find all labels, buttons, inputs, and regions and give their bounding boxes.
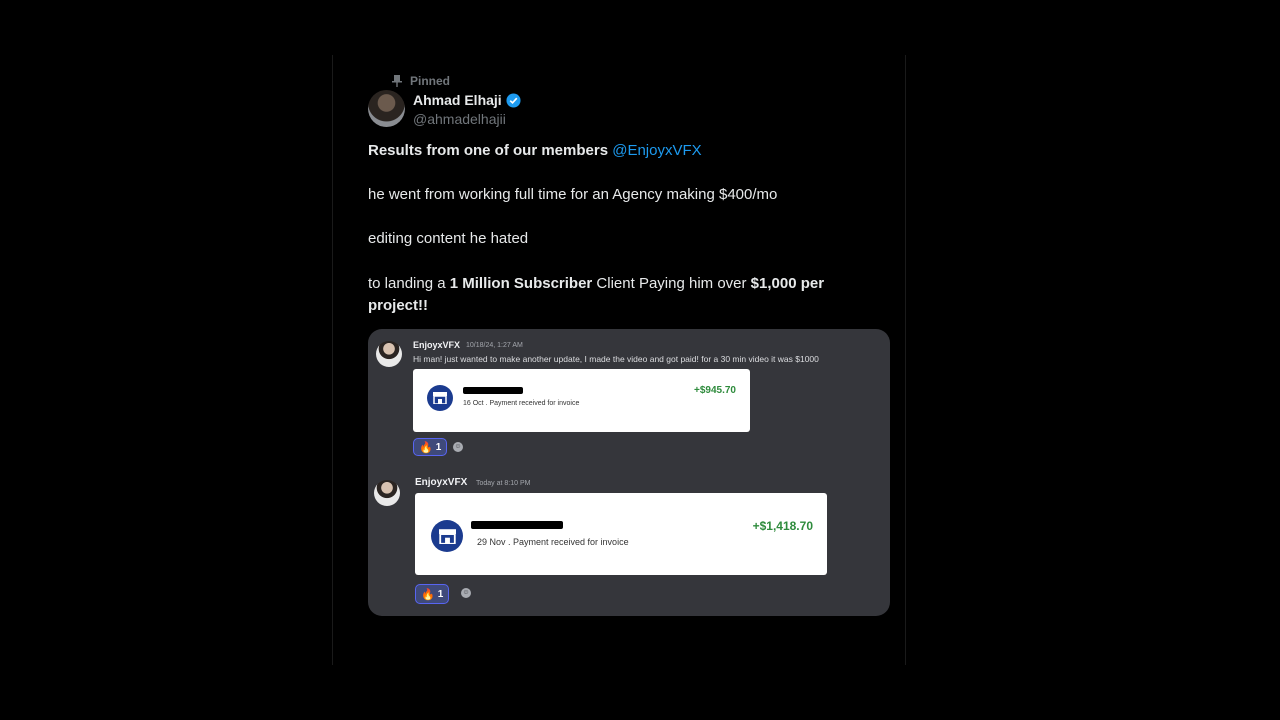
- tweet-line-3: editing content he hated: [368, 230, 529, 247]
- author-name[interactable]: Ahmad Elhaji: [413, 92, 502, 108]
- author-handle[interactable]: @ahmadelhajii: [413, 111, 506, 127]
- payment-card-2: 29 Nov . Payment received for invoice +$…: [415, 493, 827, 575]
- redacted-payer-name: [471, 521, 563, 529]
- author-avatar[interactable]: [368, 90, 405, 127]
- tweet-line-4-part-c: Client Paying him over: [592, 275, 751, 292]
- tweet-line-1: Results from one of our members @EnjoyxV…: [368, 140, 868, 162]
- reaction-fire-1[interactable]: 🔥 1: [413, 438, 448, 456]
- tweet-line-4: to landing a 1 Million Subscriber Client…: [368, 273, 868, 317]
- fire-emoji-icon: 🔥: [419, 441, 433, 454]
- tweet-media-screenshot[interactable]: EnjoyxVFX 10/18/24, 1:27 AM Hi man! just…: [368, 329, 890, 616]
- reaction-2-count: 1: [437, 588, 444, 600]
- payment-1-amount: +$945.70: [694, 385, 736, 396]
- message-1-avatar: [376, 341, 402, 367]
- author-name-row: Ahmad Elhaji: [413, 92, 521, 108]
- message-2-timestamp: Today at 8:10 PM: [476, 480, 531, 487]
- fire-emoji-icon: 🔥: [421, 588, 435, 601]
- message-1-username: EnjoyxVFX: [413, 340, 461, 350]
- message-1-timestamp: 10/18/24, 1:27 AM: [466, 342, 523, 349]
- pin-icon: [392, 75, 402, 87]
- tweet-line-2: he went from working full time for an Ag…: [368, 186, 778, 203]
- add-reaction-icon[interactable]: ☺: [461, 588, 471, 598]
- message-1-text: Hi man! just wanted to make another upda…: [413, 354, 819, 364]
- tweet-line-4-part-a: to landing a: [368, 275, 450, 292]
- store-icon: [431, 520, 463, 552]
- tweet-line-4-part-b: 1 Million Subscriber: [449, 275, 593, 292]
- pinned-label: Pinned: [410, 74, 451, 88]
- message-2-username: EnjoyxVFX: [415, 477, 468, 488]
- reaction-fire-2[interactable]: 🔥 1: [415, 584, 450, 604]
- verified-badge-icon: [506, 92, 521, 108]
- pinned-indicator: Pinned: [392, 73, 450, 89]
- add-reaction-icon[interactable]: ☺: [453, 442, 463, 452]
- reaction-1-count: 1: [435, 441, 442, 453]
- tweet-line-1-text: Results from one of our members: [368, 142, 609, 159]
- payment-2-amount: +$1,418.70: [752, 519, 813, 533]
- message-2-avatar: [374, 480, 400, 506]
- payment-card-1: 16 Oct . Payment received for invoice +$…: [413, 369, 750, 432]
- payment-2-description: 29 Nov . Payment received for invoice: [477, 537, 629, 547]
- redacted-payer-name: [463, 387, 523, 394]
- store-icon: [427, 385, 453, 411]
- payment-1-description: 16 Oct . Payment received for invoice: [463, 400, 580, 407]
- mention-link[interactable]: @EnjoyxVFX: [612, 142, 701, 159]
